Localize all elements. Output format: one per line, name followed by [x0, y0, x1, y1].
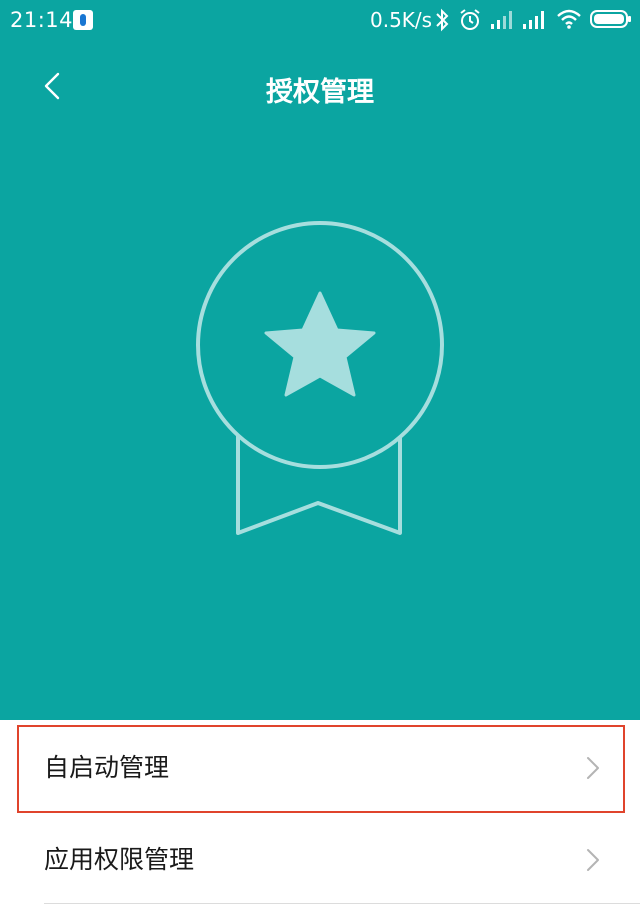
header-banner: 21:14 0.5K/s 授权管理 [0, 0, 640, 720]
divider [44, 903, 640, 904]
wifi-icon [556, 8, 582, 35]
chevron-right-icon [586, 848, 600, 876]
list-item-label: 应用权限管理 [44, 845, 195, 874]
page-title: 授权管理 [266, 77, 374, 108]
status-time: 21:14 [10, 8, 74, 32]
signal-icon [490, 8, 516, 35]
alarm-icon [458, 8, 482, 37]
status-bar: 21:14 0.5K/s [0, 0, 640, 40]
highlight-box [17, 725, 625, 813]
title-bar: 授权管理 [0, 56, 640, 120]
bluetooth-icon [434, 8, 450, 37]
network-speed: 0.5K/s [370, 8, 433, 32]
battery-icon [590, 8, 632, 35]
list-item-app-permissions[interactable]: 应用权限管理 [0, 812, 640, 904]
medal-star-icon [190, 215, 450, 549]
app-notification-icon [72, 9, 94, 36]
signal-icon [522, 8, 548, 35]
